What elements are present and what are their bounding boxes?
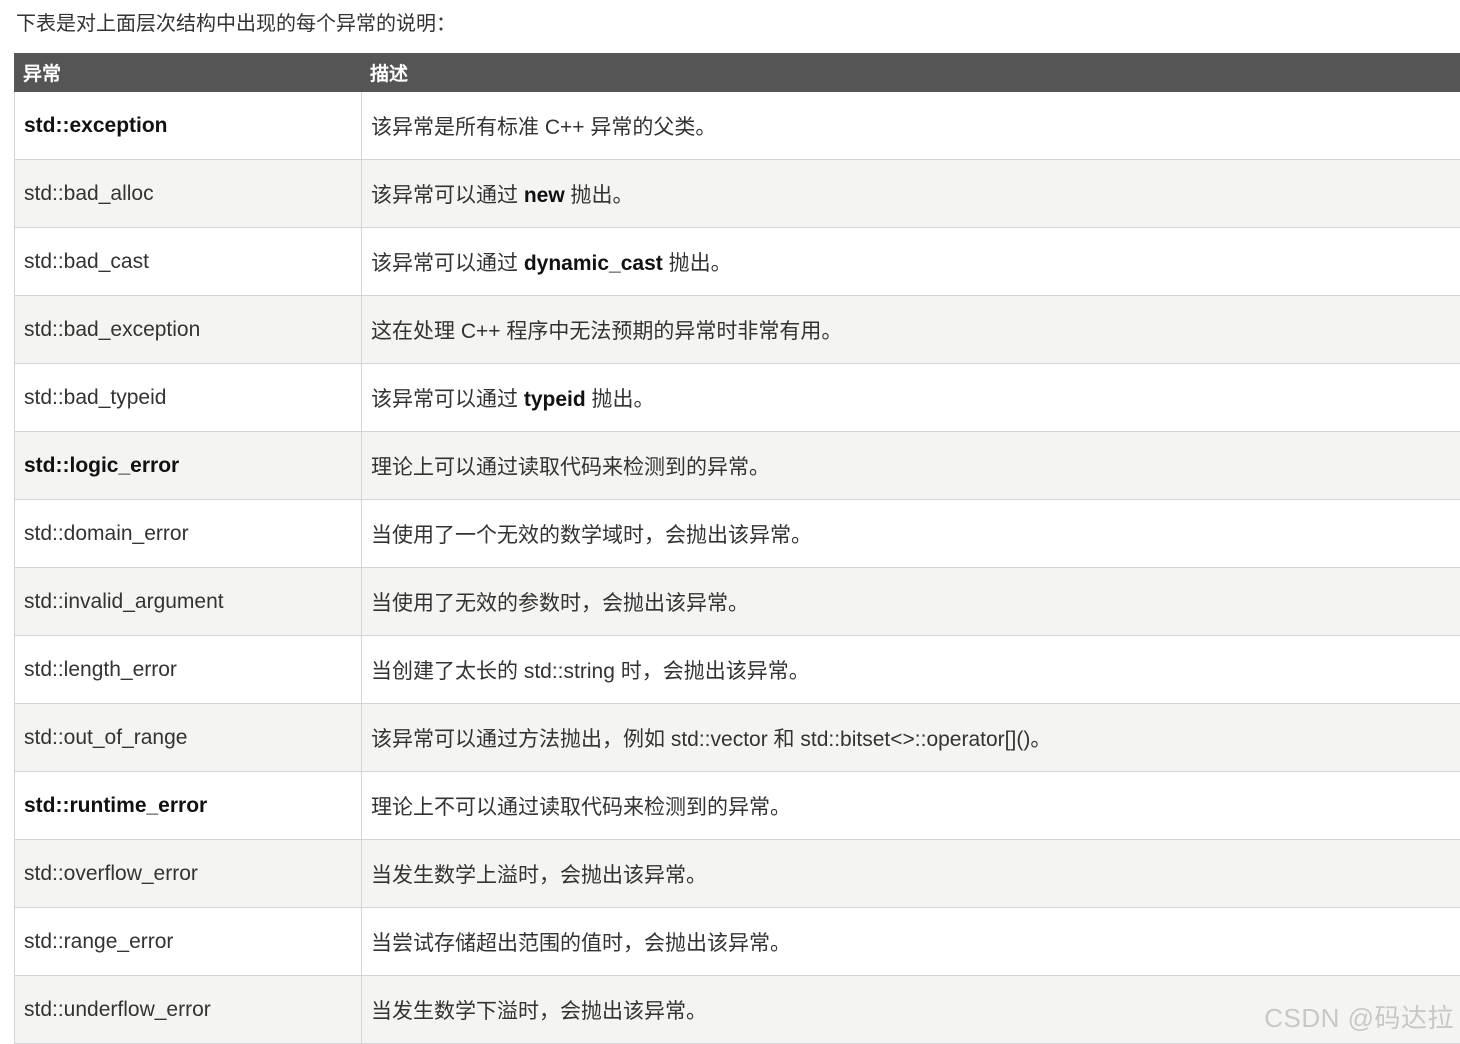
table-row: std::bad_alloc 该异常可以通过 new 抛出。 (15, 160, 1460, 228)
exception-name-cell: std::bad_cast (15, 228, 362, 296)
exception-name-cell: std::out_of_range (15, 704, 362, 772)
exception-name-cell: std::length_error (15, 636, 362, 704)
exception-name-cell: std::invalid_argument (15, 568, 362, 636)
description-text-tail: 抛出。 (663, 252, 732, 275)
description-cell: 当使用了一个无效的数学域时，会抛出该异常。 (362, 500, 1460, 568)
description-text: 该异常可以通过方法抛出，例如 std::vector 和 std::bitset… (371, 728, 1051, 751)
description-text: 这在处理 C++ 程序中无法预期的异常时非常有用。 (371, 320, 842, 343)
description-keyword: dynamic_cast (524, 252, 663, 275)
table-row: std::out_of_range 该异常可以通过方法抛出，例如 std::vec… (15, 704, 1460, 772)
table-row: std::bad_cast 该异常可以通过 dynamic_cast 抛出。 (15, 228, 1460, 296)
table-row: std::length_error 当创建了太长的 std::string 时，会… (15, 636, 1460, 704)
table-body: std::exception 该异常是所有标准 C++ 异常的父类。std::ba… (15, 92, 1460, 1044)
table-row: std::bad_exception 这在处理 C++ 程序中无法预期的异常时非常… (15, 296, 1460, 364)
description-cell: 当使用了无效的参数时，会抛出该异常。 (362, 568, 1460, 636)
description-text: 该异常可以通过 (371, 388, 524, 411)
exception-name-cell: std::bad_exception (15, 296, 362, 364)
description-cell: 这在处理 C++ 程序中无法预期的异常时非常有用。 (362, 296, 1460, 364)
exception-name: std::bad_exception (24, 318, 200, 341)
description-cell: 当尝试存储超出范围的值时，会抛出该异常。 (362, 908, 1460, 976)
description-text-tail: 抛出。 (586, 388, 655, 411)
exception-name-cell: std::domain_error (15, 500, 362, 568)
description-text-tail: 抛出。 (565, 184, 634, 207)
exception-name-cell: std::overflow_error (15, 840, 362, 908)
exception-name-cell: std::exception (15, 92, 362, 160)
description-text: 当发生数学下溢时，会抛出该异常。 (371, 1000, 707, 1023)
description-text: 该异常可以通过 (371, 252, 524, 275)
exception-name: std::bad_cast (24, 250, 149, 273)
description-text: 该异常是所有标准 C++ 异常的父类。 (371, 116, 716, 139)
description-cell: 该异常可以通过 typeid 抛出。 (362, 364, 1460, 432)
exception-name-cell: std::bad_typeid (15, 364, 362, 432)
table-row: std::exception 该异常是所有标准 C++ 异常的父类。 (15, 92, 1460, 160)
table-row: std::logic_error 理论上可以通过读取代码来检测到的异常。 (15, 432, 1460, 500)
table-header-row: 异常 描述 (15, 54, 1460, 92)
description-cell: 理论上不可以通过读取代码来检测到的异常。 (362, 772, 1460, 840)
exception-name: std::range_error (24, 930, 173, 953)
exception-name-cell: std::underflow_error (15, 976, 362, 1044)
exception-name: std::overflow_error (24, 862, 198, 885)
table-row: std::runtime_error 理论上不可以通过读取代码来检测到的异常。 (15, 772, 1460, 840)
description-text: 当使用了无效的参数时，会抛出该异常。 (371, 592, 749, 615)
exception-name: std::logic_error (24, 454, 179, 477)
description-text: 当发生数学上溢时，会抛出该异常。 (371, 864, 707, 887)
description-cell: 当发生数学上溢时，会抛出该异常。 (362, 840, 1460, 908)
exception-name: std::bad_alloc (24, 182, 154, 205)
description-cell: 该异常是所有标准 C++ 异常的父类。 (362, 92, 1460, 160)
description-text: 当尝试存储超出范围的值时，会抛出该异常。 (371, 932, 791, 955)
table-row: std::bad_typeid 该异常可以通过 typeid 抛出。 (15, 364, 1460, 432)
exception-name: std::bad_typeid (24, 386, 166, 409)
exception-name-cell: std::bad_alloc (15, 160, 362, 228)
exception-name: std::underflow_error (24, 998, 211, 1021)
exception-name: std::invalid_argument (24, 590, 224, 613)
description-text: 该异常可以通过 (371, 184, 524, 207)
description-keyword: typeid (524, 388, 586, 411)
exception-name-cell: std::range_error (15, 908, 362, 976)
description-text: 当使用了一个无效的数学域时，会抛出该异常。 (371, 524, 812, 547)
description-text: 理论上不可以通过读取代码来检测到的异常。 (371, 796, 791, 819)
column-header-exception: 异常 (15, 54, 362, 92)
description-cell: 该异常可以通过 new 抛出。 (362, 160, 1460, 228)
exception-name-cell: std::logic_error (15, 432, 362, 500)
table-row: std::range_error 当尝试存储超出范围的值时，会抛出该异常。 (15, 908, 1460, 976)
table-row: std::domain_error 当使用了一个无效的数学域时，会抛出该异常。 (15, 500, 1460, 568)
table-row: std::underflow_error 当发生数学下溢时，会抛出该异常。 (15, 976, 1460, 1044)
exception-name: std::domain_error (24, 522, 189, 545)
exception-table: 异常 描述 std::exception该异常是所有标准 C++ 异常的父类。s… (14, 53, 1460, 1044)
watermark: CSDN @码达拉 (1264, 998, 1454, 1035)
description-keyword: new (524, 184, 565, 207)
exception-name: std::exception (24, 114, 168, 137)
description-cell: 该异常可以通过方法抛出，例如 std::vector 和 std::bitset… (362, 704, 1460, 772)
description-cell: 该异常可以通过 dynamic_cast 抛出。 (362, 228, 1460, 296)
exception-name: std::out_of_range (24, 726, 187, 749)
table-row: std::overflow_error 当发生数学上溢时，会抛出该异常。 (15, 840, 1460, 908)
exception-name: std::length_error (24, 658, 177, 681)
description-cell: 当创建了太长的 std::string 时，会抛出该异常。 (362, 636, 1460, 704)
intro-text: 下表是对上面层次结构中出现的每个异常的说明： (16, 10, 456, 38)
column-header-description: 描述 (362, 54, 1460, 92)
description-text: 理论上可以通过读取代码来检测到的异常。 (371, 456, 770, 479)
exception-name-cell: std::runtime_error (15, 772, 362, 840)
table-row: std::invalid_argument 当使用了无效的参数时，会抛出该异常。 (15, 568, 1460, 636)
description-text: 当创建了太长的 std::string 时，会抛出该异常。 (371, 660, 810, 683)
description-cell: 理论上可以通过读取代码来检测到的异常。 (362, 432, 1460, 500)
exception-name: std::runtime_error (24, 794, 207, 817)
